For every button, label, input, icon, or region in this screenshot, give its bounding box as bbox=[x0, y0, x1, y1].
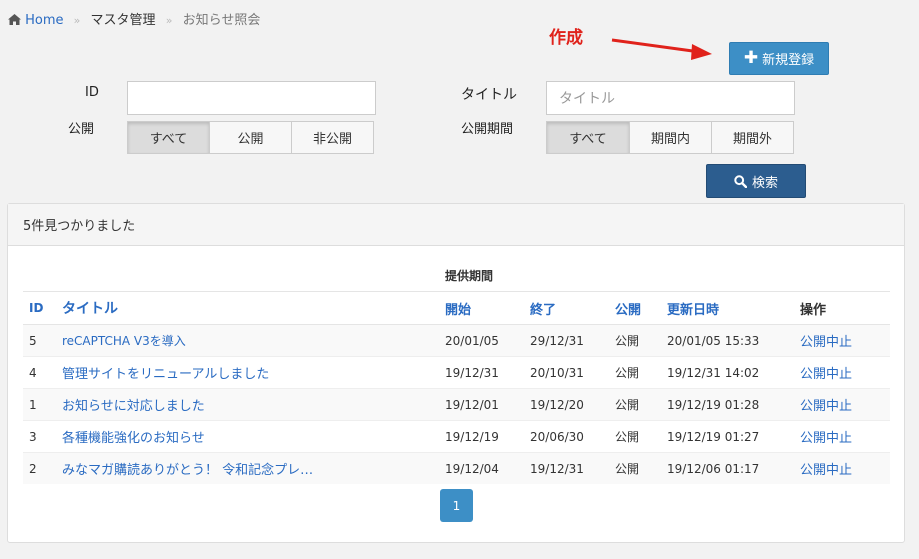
row-start: 20/01/05 bbox=[439, 324, 524, 357]
title-label: タイトル bbox=[461, 87, 517, 103]
row-updated: 19/12/19 01:28 bbox=[661, 388, 794, 421]
title-input[interactable]: タイトル bbox=[546, 81, 795, 115]
breadcrumb-separator: » bbox=[165, 14, 173, 27]
row-end: 19/12/31 bbox=[524, 452, 609, 484]
row-start: 19/12/19 bbox=[439, 420, 524, 453]
row-title-link[interactable]: reCAPTCHA V3を導入 bbox=[62, 334, 186, 348]
publish-segmented: すべて 公開 非公開 bbox=[127, 121, 374, 154]
table-row: 4 管理サイトをリニューアルしました 19/12/31 20/10/31 公開 … bbox=[23, 356, 890, 389]
period-label: 公開期間 bbox=[461, 122, 514, 137]
table-row: 2 みなマガ購読ありがとう！ 令和記念プレ… 19/12/04 19/12/31… bbox=[23, 452, 890, 484]
period-option-in[interactable]: 期間内 bbox=[629, 121, 712, 154]
row-title-link[interactable]: 各種機能強化のお知らせ bbox=[62, 431, 205, 446]
search-button[interactable]: 検索 bbox=[706, 164, 806, 198]
new-register-button[interactable]: ✚ 新規登録 bbox=[729, 42, 829, 75]
row-status: 公開 bbox=[609, 420, 661, 453]
breadcrumb-item-current: お知らせ照会 bbox=[182, 13, 261, 28]
row-title-link[interactable]: 管理サイトをリニューアルしました bbox=[62, 367, 269, 382]
row-id: 3 bbox=[23, 420, 56, 453]
pagination-page-button[interactable]: 1 bbox=[440, 489, 473, 522]
id-input[interactable] bbox=[127, 81, 376, 115]
row-end: 29/12/31 bbox=[524, 324, 609, 357]
column-header-start[interactable]: 開始 bbox=[439, 291, 524, 325]
column-header-updated[interactable]: 更新日時 bbox=[661, 291, 794, 325]
period-option-out[interactable]: 期間外 bbox=[711, 121, 794, 154]
row-title-link[interactable]: みなマガ購読ありがとう！ 令和記念プレ… bbox=[62, 463, 313, 478]
search-label: 検索 bbox=[751, 175, 778, 191]
row-id: 1 bbox=[23, 388, 56, 421]
column-header-title[interactable]: タイトル bbox=[56, 291, 439, 325]
search-icon bbox=[734, 174, 747, 188]
row-id: 2 bbox=[23, 452, 56, 484]
breadcrumb: Home » マスタ管理 » お知らせ照会 bbox=[8, 9, 260, 28]
publish-option-public[interactable]: 公開 bbox=[209, 121, 292, 154]
publish-label: 公開 bbox=[68, 122, 95, 137]
new-register-label: 新規登録 bbox=[762, 53, 815, 68]
results-count: 5件見つかりました bbox=[8, 204, 904, 246]
period-segmented: すべて 期間内 期間外 bbox=[546, 121, 794, 154]
column-header-end[interactable]: 終了 bbox=[524, 291, 609, 325]
row-action-link[interactable]: 公開中止 bbox=[800, 399, 852, 414]
breadcrumb-home-label: Home bbox=[25, 13, 64, 28]
breadcrumb-item-master[interactable]: マスタ管理 bbox=[91, 13, 156, 28]
row-start: 19/12/31 bbox=[439, 356, 524, 389]
home-icon bbox=[8, 14, 21, 25]
row-end: 19/12/20 bbox=[524, 388, 609, 421]
column-header-actions: 操作 bbox=[794, 291, 890, 325]
annotation-create: 作成 bbox=[549, 28, 583, 48]
column-header-id[interactable]: ID bbox=[23, 291, 56, 325]
column-header-status[interactable]: 公開 bbox=[609, 291, 661, 325]
row-action-link[interactable]: 公開中止 bbox=[800, 463, 852, 478]
row-status: 公開 bbox=[609, 452, 661, 484]
breadcrumb-home[interactable]: Home bbox=[8, 13, 68, 28]
table-row: 3 各種機能強化のお知らせ 19/12/19 20/06/30 公開 19/12… bbox=[23, 420, 890, 453]
publish-option-all[interactable]: すべて bbox=[127, 121, 210, 154]
row-action-link[interactable]: 公開中止 bbox=[800, 367, 852, 382]
breadcrumb-separator: » bbox=[73, 14, 81, 27]
period-option-all[interactable]: すべて bbox=[546, 121, 630, 154]
plus-icon: ✚ bbox=[743, 48, 759, 68]
row-status: 公開 bbox=[609, 324, 661, 357]
row-updated: 19/12/31 14:02 bbox=[661, 356, 794, 389]
row-action-link[interactable]: 公開中止 bbox=[800, 431, 852, 446]
row-start: 19/12/01 bbox=[439, 388, 524, 421]
row-id: 4 bbox=[23, 356, 56, 389]
row-end: 20/10/31 bbox=[524, 356, 609, 389]
row-id: 5 bbox=[23, 324, 56, 357]
row-title-link[interactable]: お知らせに対応しました bbox=[62, 399, 205, 414]
row-start: 19/12/04 bbox=[439, 452, 524, 484]
publish-option-private[interactable]: 非公開 bbox=[291, 121, 374, 154]
results-table: 提供期間 ID タイトル 開始 終了 公開 更新日時 操作 5 reCAPTCH… bbox=[23, 259, 890, 484]
row-updated: 19/12/19 01:27 bbox=[661, 420, 794, 453]
results-panel: 5件見つかりました 提供期間 ID タイトル 開始 終了 公開 更新日時 操作 bbox=[7, 203, 905, 543]
table-row: 1 お知らせに対応しました 19/12/01 19/12/20 公開 19/12… bbox=[23, 388, 890, 421]
id-label: ID bbox=[85, 85, 99, 100]
row-updated: 20/01/05 15:33 bbox=[661, 324, 794, 357]
row-action-link[interactable]: 公開中止 bbox=[800, 335, 852, 350]
row-updated: 19/12/06 01:17 bbox=[661, 452, 794, 484]
row-status: 公開 bbox=[609, 356, 661, 389]
provision-period-header: 提供期間 bbox=[445, 268, 494, 283]
row-status: 公開 bbox=[609, 388, 661, 421]
table-row: 5 reCAPTCHA V3を導入 20/01/05 29/12/31 公開 2… bbox=[23, 324, 890, 357]
row-end: 20/06/30 bbox=[524, 420, 609, 453]
